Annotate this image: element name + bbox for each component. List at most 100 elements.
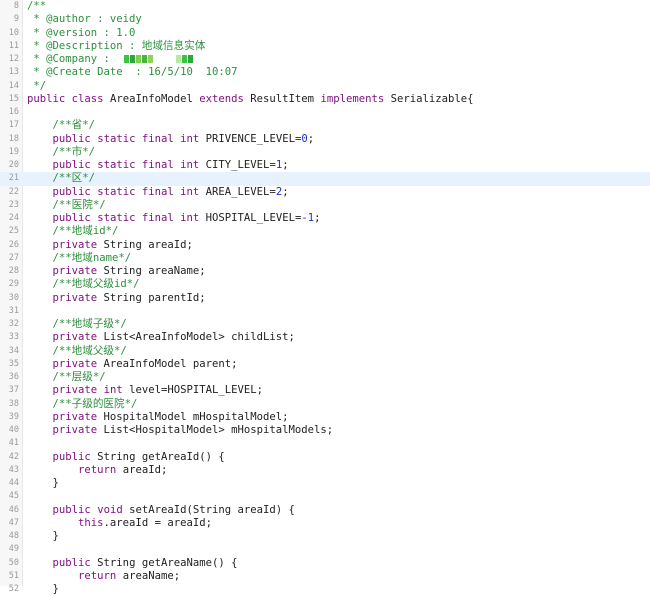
code-line[interactable]: 32 /**地域子级*/ xyxy=(0,318,650,331)
code-text: private List<AreaInfoModel> childList; xyxy=(52,331,295,344)
code-line[interactable]: 31 xyxy=(0,305,650,318)
code-line[interactable]: 11 * @Description : 地域信息实体 xyxy=(0,40,650,53)
code-text: return areaName; xyxy=(78,569,181,582)
code-text: public static final int HOSPITAL_LEVEL=-… xyxy=(52,212,321,224)
line-number: 38 xyxy=(8,398,19,409)
code-text: this.areaId = areaId; xyxy=(78,516,212,529)
code-text: private AreaInfoModel parent; xyxy=(52,357,238,370)
line-number: 23 xyxy=(8,199,19,210)
code-line[interactable]: 15 public class AreaInfoModel extends Res… xyxy=(0,93,650,106)
code-line[interactable]: 24 public static final int HOSPITAL_LEVE… xyxy=(0,212,650,225)
code-line[interactable]: 20 public static final int CITY_LEVEL=1; xyxy=(0,159,650,172)
line-number: 28 xyxy=(8,266,19,276)
code-line[interactable]: 25 /**地域id*/ xyxy=(0,225,650,238)
code-text: private HospitalModel mHospitalModel; xyxy=(52,410,289,423)
line-number: 8 xyxy=(13,1,19,11)
line-number: 46 xyxy=(8,504,19,515)
line-number: 50 xyxy=(8,557,19,568)
code-line[interactable]: 13 * @Create Date : 16/5/10 10:07 xyxy=(0,66,650,79)
line-number: 21 xyxy=(8,173,19,184)
line-number: 15 xyxy=(8,93,19,104)
code-line[interactable]: 37 private int level=HOSPITAL_LEVEL; xyxy=(0,384,650,397)
code-line[interactable]: 46 public void setAreaId(String areaId) … xyxy=(0,504,650,517)
code-text: } xyxy=(27,583,59,595)
code-line[interactable]: 36 /**层级*/ xyxy=(0,371,650,384)
code-line[interactable]: 27 /**地域name*/ xyxy=(0,252,650,265)
line-number: 35 xyxy=(8,358,19,369)
code-line[interactable]: 28 private String areaName; xyxy=(0,265,650,278)
code-line[interactable]: 50 public String getAreaName() { xyxy=(0,557,650,570)
line-number: 26 xyxy=(8,239,19,250)
line-number: 9 xyxy=(13,14,19,25)
code-line[interactable]: 45 xyxy=(0,490,650,503)
code-text: /**地域父级*/ xyxy=(27,344,127,357)
line-number: 16 xyxy=(8,107,19,117)
line-number: 32 xyxy=(8,319,19,329)
line-number: 41 xyxy=(8,438,19,449)
line-number: 25 xyxy=(8,226,19,237)
line-number: 37 xyxy=(8,385,19,396)
code-line[interactable]: 40 private List<HospitalModel> mHospital… xyxy=(0,424,650,437)
code-text: */ xyxy=(27,79,47,92)
code-line[interactable]: 19 /**市*/ xyxy=(0,146,650,159)
code-line[interactable]: 44 } xyxy=(0,477,650,490)
code-line[interactable]: 30 private String parentId; xyxy=(0,292,650,305)
line-number: 27 xyxy=(8,252,19,263)
code-text: public static final int CITY_LEVEL=1; xyxy=(52,159,289,171)
line-number: 22 xyxy=(8,186,19,197)
line-number: 11 xyxy=(8,40,19,51)
line-number: 51 xyxy=(8,570,19,581)
code-line[interactable]: 9 * @author : veidy xyxy=(0,13,650,26)
code-line[interactable]: 17 /**省*/ xyxy=(0,119,650,132)
code-line[interactable]: 48 } xyxy=(0,530,650,543)
code-text: * @Description : 地域信息实体 xyxy=(27,39,206,52)
code-text: private String areaName; xyxy=(52,265,206,277)
code-text: * @author : veidy xyxy=(27,13,142,26)
code-line[interactable]: 38 /**子级的医院*/ xyxy=(0,398,650,411)
line-number: 44 xyxy=(8,478,19,488)
code-editor[interactable]: 8/** 9 * @author : veidy 10 * @version : 1… xyxy=(0,0,650,595)
code-text: private int level=HOSPITAL_LEVEL; xyxy=(52,384,264,397)
code-line[interactable]: 21 /**区*/ xyxy=(0,172,650,186)
line-number: 45 xyxy=(8,491,19,502)
code-text: /**地域父级id*/ xyxy=(27,278,140,291)
code-line[interactable]: 26 private String areaId; xyxy=(0,239,650,252)
code-line[interactable]: 47 this.areaId = areaId; xyxy=(0,517,650,530)
code-line[interactable]: 52 } xyxy=(0,583,650,596)
line-number: 39 xyxy=(8,411,19,422)
code-line[interactable]: 16 xyxy=(0,106,650,119)
line-number: 24 xyxy=(8,213,19,223)
code-line[interactable]: 43 return areaId; xyxy=(0,464,650,477)
code-line[interactable]: 39 private HospitalModel mHospitalModel; xyxy=(0,411,650,424)
code-area[interactable]: 8/** 9 * @author : veidy 10 * @version : 1… xyxy=(0,0,650,596)
code-text: * @Company : xyxy=(27,53,194,66)
code-line[interactable]: 12 * @Company : xyxy=(0,53,650,66)
code-line[interactable]: 34 /**地域父级*/ xyxy=(0,345,650,358)
code-line[interactable]: 22 public static final int AREA_LEVEL=2; xyxy=(0,186,650,199)
line-number: 34 xyxy=(8,345,19,356)
line-number: 30 xyxy=(8,292,19,303)
code-line[interactable]: 8 /** xyxy=(0,0,650,13)
code-line[interactable]: 33 private List<AreaInfoModel> childList… xyxy=(0,331,650,344)
code-text: return areaId; xyxy=(78,463,168,476)
code-text: public static final int AREA_LEVEL=2; xyxy=(52,185,289,198)
code-line[interactable]: 18 public static final int PRIVENCE_LEVE… xyxy=(0,133,650,146)
line-number: 29 xyxy=(8,279,19,290)
code-line[interactable]: 49 xyxy=(0,543,650,556)
code-line[interactable]: 35 private AreaInfoModel parent; xyxy=(0,358,650,371)
line-number: 18 xyxy=(8,133,19,144)
code-line[interactable]: 14 */ xyxy=(0,80,650,93)
code-text: public String getAreaName() { xyxy=(52,556,238,569)
line-number: 31 xyxy=(8,305,19,316)
code-line[interactable]: 41 xyxy=(0,437,650,450)
redacted-company-name xyxy=(123,53,194,65)
code-text: private List<HospitalModel> mHospitalMod… xyxy=(52,424,334,436)
code-line[interactable]: 42 public String getAreaId() { xyxy=(0,451,650,464)
code-text: public void setAreaId(String areaId) { xyxy=(52,503,295,516)
code-line[interactable]: 51 return areaName; xyxy=(0,570,650,583)
code-line[interactable]: 23 /**医院*/ xyxy=(0,199,650,212)
code-line[interactable]: 29 /**地域父级id*/ xyxy=(0,278,650,291)
line-number: 43 xyxy=(8,464,19,475)
line-number: 17 xyxy=(8,120,19,131)
code-line[interactable]: 10 * @version : 1.0 xyxy=(0,27,650,40)
